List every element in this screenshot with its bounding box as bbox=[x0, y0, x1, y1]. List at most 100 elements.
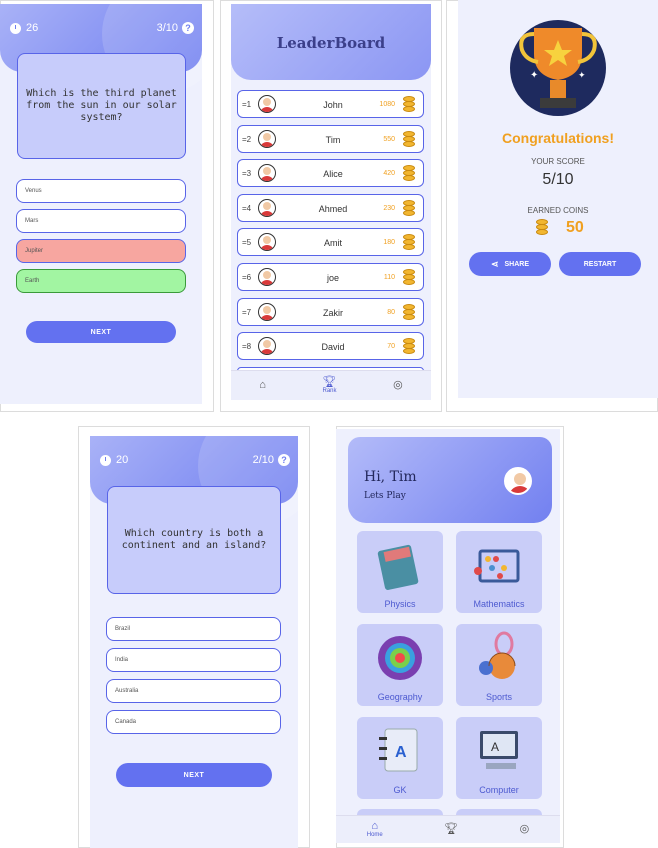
coin-icon bbox=[403, 165, 415, 183]
option-mars[interactable]: Mars bbox=[16, 209, 186, 233]
next-button[interactable]: NEXT bbox=[116, 763, 272, 787]
rank: =3 bbox=[242, 169, 252, 179]
home-screen: Hi, Tim Lets Play Physics Mathematics Ge… bbox=[336, 429, 560, 843]
rank: =5 bbox=[242, 238, 252, 248]
player-name: Amit bbox=[324, 238, 342, 249]
svg-text:✦: ✦ bbox=[578, 70, 586, 80]
leaderboard-row[interactable]: =5 Amit 180 bbox=[237, 228, 424, 257]
svg-text:A: A bbox=[395, 744, 407, 761]
category-physics[interactable]: Physics bbox=[357, 531, 443, 613]
leaderboard-row[interactable]: =7 Zakir 80 bbox=[237, 297, 424, 326]
option-jupiter[interactable]: Jupiter bbox=[16, 239, 186, 263]
player-score: 180 bbox=[383, 239, 395, 247]
rank: =2 bbox=[242, 134, 252, 144]
timer: 26 bbox=[10, 22, 38, 34]
greeting: Hi, Tim bbox=[364, 469, 417, 485]
avatar bbox=[258, 129, 276, 148]
player-score: 110 bbox=[383, 274, 395, 281]
player-name: Zakir bbox=[323, 307, 343, 318]
nav-rank[interactable]: 🏆︎ bbox=[444, 824, 458, 835]
rank: =8 bbox=[242, 342, 252, 352]
category-sports[interactable]: Sports bbox=[456, 624, 542, 706]
option-earth[interactable]: Earth bbox=[16, 269, 186, 293]
profile-icon: ◎ bbox=[393, 379, 403, 391]
avatar bbox=[258, 268, 276, 286]
option-brazil[interactable]: Brazil bbox=[106, 617, 281, 641]
trophy-icon: 🏆︎ bbox=[322, 376, 337, 388]
abacus-icon bbox=[474, 549, 520, 583]
leaderboard-row[interactable]: =4 Ahmed 230 bbox=[237, 193, 424, 222]
player-name: Tim bbox=[325, 134, 341, 145]
player-score: 230 bbox=[383, 204, 395, 212]
leaderboard-title: LeaderBoard bbox=[276, 34, 386, 52]
category-gk[interactable]: A GK bbox=[357, 717, 443, 799]
avatar bbox=[258, 233, 276, 252]
help-icon[interactable]: ? bbox=[182, 22, 194, 34]
share-button[interactable]: ⋖ SHARE bbox=[469, 252, 551, 276]
quiz-screen-1: 26 3/10? Which is the third planet from … bbox=[0, 4, 202, 404]
coin-icon bbox=[403, 130, 415, 149]
nav-home[interactable]: ⌂ Home bbox=[367, 821, 383, 839]
player-name: John bbox=[323, 100, 343, 110]
next-button[interactable]: NEXT bbox=[26, 321, 176, 343]
option-india[interactable]: India bbox=[106, 648, 281, 672]
player-score: 80 bbox=[387, 308, 395, 316]
profile-icon: ◎ bbox=[519, 823, 530, 835]
rank: =6 bbox=[242, 273, 252, 282]
score-label: YOUR SCORE bbox=[531, 157, 585, 166]
leaderboard-row[interactable]: =3 Alice 420 bbox=[237, 159, 424, 188]
avatar bbox=[258, 95, 276, 113]
avatar bbox=[258, 302, 276, 321]
sports-balls-icon bbox=[479, 631, 516, 679]
player-score: 1080 bbox=[379, 101, 395, 108]
player-name: Ahmed bbox=[318, 203, 348, 214]
player-name: joe bbox=[326, 273, 339, 283]
coin-icon bbox=[403, 234, 415, 252]
coin-icon bbox=[403, 269, 415, 287]
nav-profile[interactable]: ◎ bbox=[520, 824, 530, 835]
category-mathematics[interactable]: Mathematics bbox=[456, 531, 542, 613]
leaderboard-screen: LeaderBoard =1 John 1080 =2 Tim 550 =3 Alice 420… bbox=[231, 4, 431, 400]
rank: =1 bbox=[242, 100, 252, 109]
option-venus[interactable]: Venus bbox=[16, 179, 186, 203]
question-card: Which is the third planet from the sun i… bbox=[17, 53, 186, 159]
coin-icon bbox=[403, 303, 415, 322]
leaderboard-row[interactable]: =8 David 70 bbox=[237, 332, 424, 361]
coin-icon bbox=[536, 219, 548, 237]
avatar bbox=[258, 198, 276, 217]
timer: 20 bbox=[100, 454, 128, 466]
timer-icon bbox=[100, 454, 111, 466]
svg-text:✦: ✦ bbox=[530, 70, 538, 81]
result-screen: ✦ ✦ Congratulations! YOUR SCORE 5/10 EAR… bbox=[458, 0, 658, 398]
restart-button[interactable]: RESTART bbox=[559, 252, 641, 276]
avatar[interactable] bbox=[504, 467, 532, 495]
earth-layers-icon bbox=[378, 636, 422, 680]
trophy-icon: 🏆︎ bbox=[444, 823, 459, 835]
category-geography[interactable]: Geography bbox=[357, 624, 443, 706]
question-card: Which country is both a continent and an… bbox=[107, 486, 281, 594]
player-score: 550 bbox=[383, 135, 395, 143]
avatar bbox=[258, 337, 276, 356]
leaderboard-row[interactable]: =1 John 1080 bbox=[237, 90, 424, 118]
nav-home[interactable]: ⌂ bbox=[259, 380, 266, 391]
svg-text:A: A bbox=[491, 740, 499, 754]
congratulations-text: Congratulations! bbox=[502, 130, 614, 146]
coins-row: 50 bbox=[536, 216, 596, 240]
nav-rank[interactable]: 🏆︎ Rank bbox=[322, 376, 337, 395]
avatar bbox=[258, 164, 276, 183]
nav-profile[interactable]: ◎ bbox=[393, 380, 403, 391]
option-australia[interactable]: Australia bbox=[106, 679, 281, 703]
leaderboard-row[interactable]: =2 Tim 550 bbox=[237, 124, 424, 153]
coins-label: EARNED COINS bbox=[527, 206, 589, 215]
rank: =7 bbox=[242, 307, 252, 317]
trophy-illustration: ✦ ✦ bbox=[510, 20, 606, 116]
book-icon bbox=[377, 544, 419, 590]
notebook-icon: A bbox=[379, 728, 418, 772]
home-header: Hi, Tim Lets Play bbox=[348, 437, 552, 523]
coin-icon bbox=[403, 199, 415, 218]
coins-value: 50 bbox=[566, 219, 584, 236]
leaderboard-row[interactable]: =6 joe 110 bbox=[237, 263, 424, 291]
category-computer[interactable]: A Computer bbox=[456, 717, 542, 799]
help-icon[interactable]: ? bbox=[278, 454, 290, 466]
option-canada[interactable]: Canada bbox=[106, 710, 281, 734]
